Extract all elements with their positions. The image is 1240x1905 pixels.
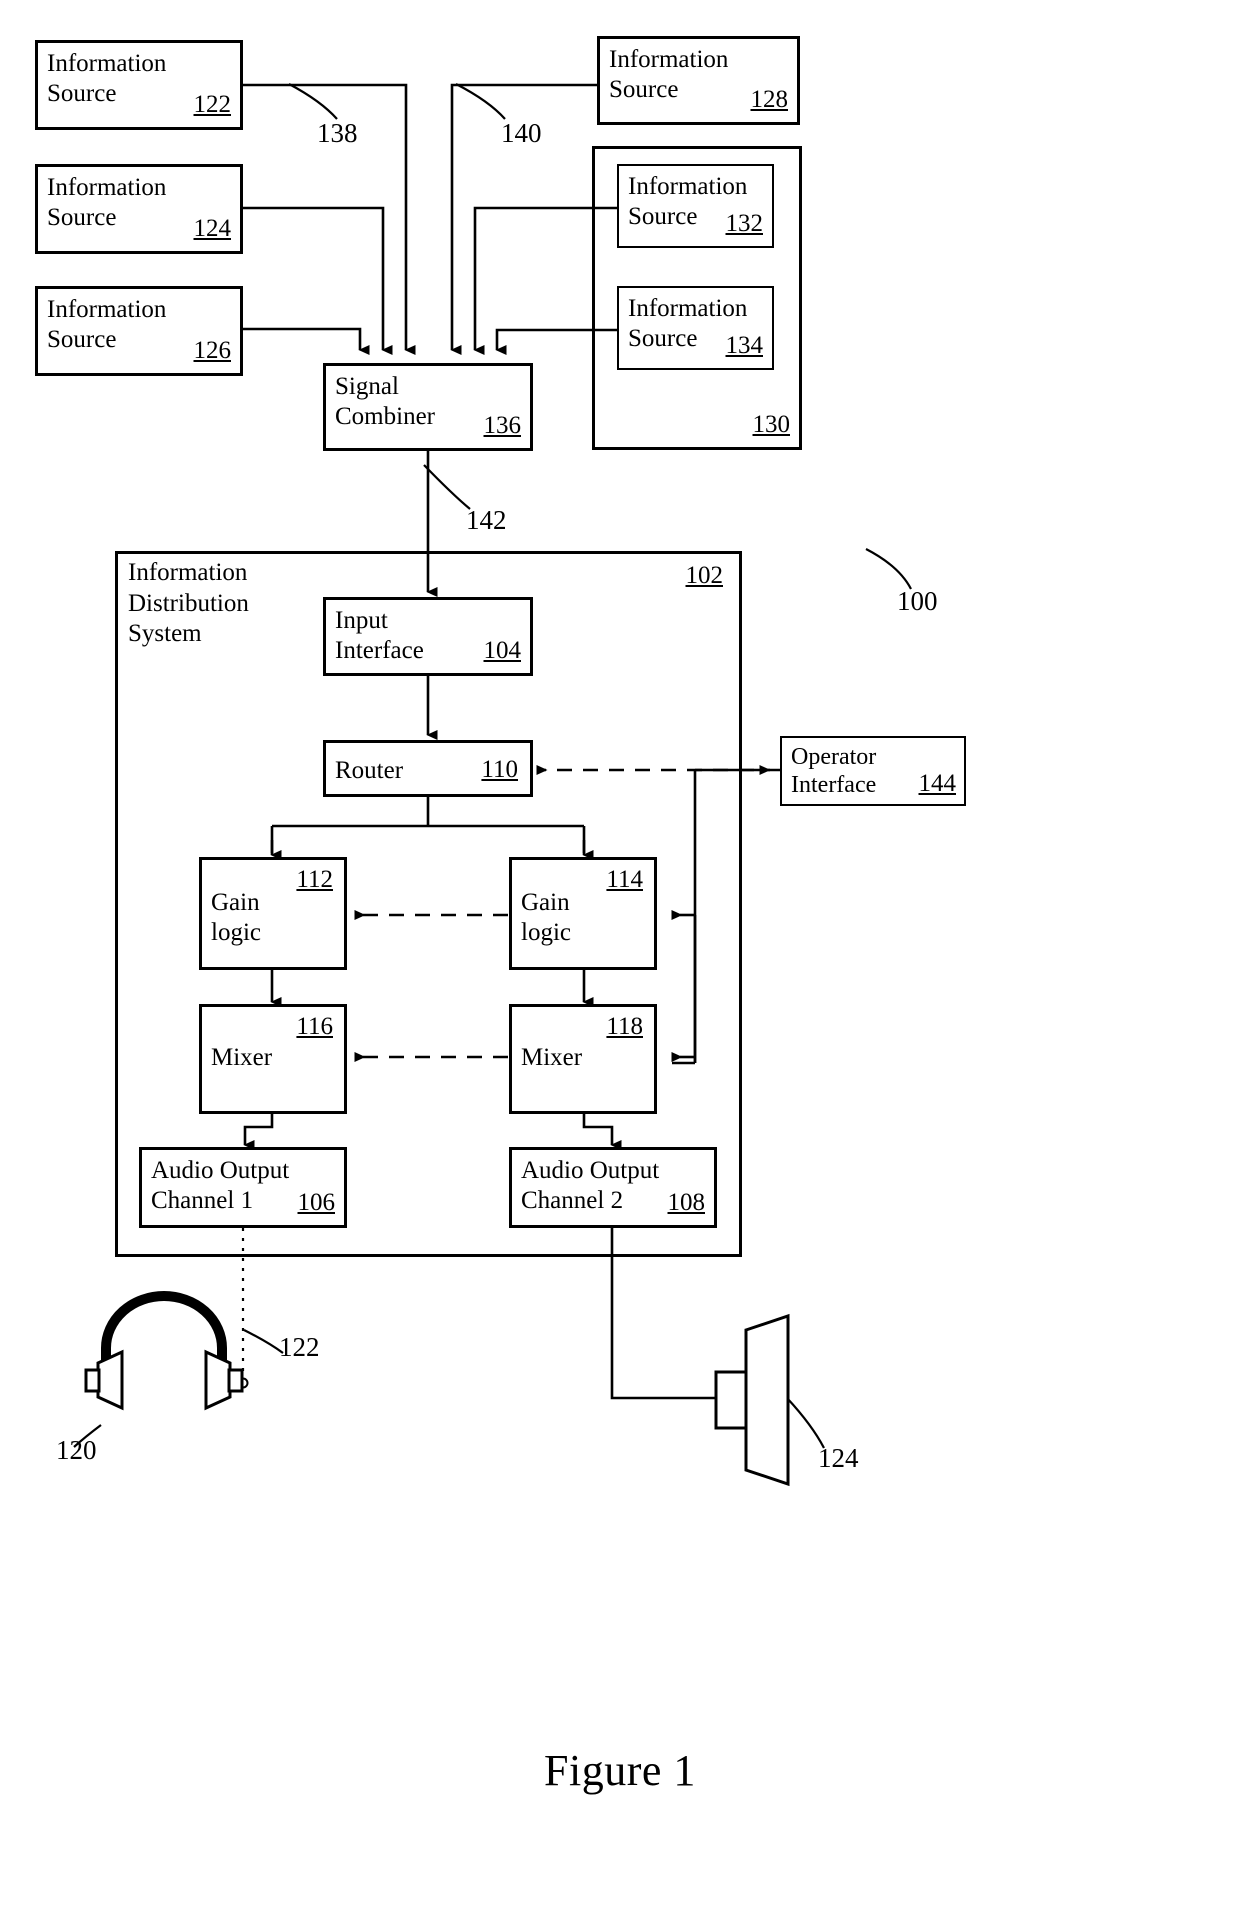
- information-source-134-ref: 134: [725, 332, 764, 359]
- mixer-118-box[interactable]: Mixer 118: [509, 1004, 657, 1114]
- lead-label-142: 142: [466, 505, 507, 535]
- information-source-124-box[interactable]: Information Source 124: [35, 164, 243, 254]
- gain-logic-112-box[interactable]: Gain logic 112: [199, 857, 347, 970]
- lead-arc-124: [786, 1397, 825, 1449]
- lead-label-122-headphone: 122: [279, 1332, 320, 1362]
- information-source-122-box[interactable]: Information Source 122: [35, 40, 243, 130]
- audio-output-channel-2-label: Audio Output Channel 2: [521, 1157, 660, 1214]
- information-source-134-box[interactable]: Information Source 134: [617, 286, 774, 370]
- operator-interface-label: Operator Interface: [791, 744, 877, 799]
- lead-label-124-speaker: 124: [818, 1443, 859, 1473]
- headphones-icon: [84, 1291, 244, 1411]
- audio-output-channel-1-ref: 106: [297, 1189, 336, 1216]
- information-source-132-box[interactable]: Information Source 132: [617, 164, 774, 248]
- information-source-128-label: Information Source: [609, 46, 729, 103]
- signal-combiner-box[interactable]: Signal Combiner 136: [323, 363, 533, 451]
- signal-combiner-ref: 136: [483, 412, 522, 439]
- lead-arc-122b: [243, 1329, 284, 1354]
- gain-logic-112-ref: 112: [296, 866, 333, 893]
- information-distribution-system-title: Information Distribution System: [128, 559, 249, 647]
- information-source-group-130-ref: 130: [752, 411, 791, 438]
- router-label: Router: [335, 757, 404, 784]
- information-source-126-box[interactable]: Information Source 126: [35, 286, 243, 376]
- audio-output-channel-2-box[interactable]: Audio Output Channel 2 108: [509, 1147, 717, 1228]
- gain-logic-112-label: Gain logic: [211, 889, 261, 946]
- information-source-132-ref: 132: [725, 210, 764, 237]
- information-source-122-ref: 122: [193, 91, 232, 118]
- gain-logic-114-ref: 114: [606, 866, 643, 893]
- mixer-118-label: Mixer: [521, 1044, 583, 1071]
- patent-figure-page: Information Source 122 Information Sourc…: [0, 0, 1240, 1905]
- mixer-116-box[interactable]: Mixer 116: [199, 1004, 347, 1114]
- lead-arc-138: [288, 83, 338, 120]
- input-interface-box[interactable]: Input Interface 104: [323, 597, 533, 676]
- lead-label-140: 140: [501, 118, 542, 148]
- information-source-124-ref: 124: [193, 215, 232, 242]
- mixer-116-label: Mixer: [211, 1044, 273, 1071]
- information-source-126-ref: 126: [193, 337, 232, 364]
- audio-output-channel-2-ref: 108: [667, 1189, 706, 1216]
- gain-logic-114-label: Gain logic: [521, 889, 571, 946]
- operator-interface-box[interactable]: Operator Interface 144: [780, 736, 966, 806]
- audio-output-channel-1-box[interactable]: Audio Output Channel 1 106: [139, 1147, 347, 1228]
- lead-label-100: 100: [897, 586, 938, 616]
- figure-caption: Figure 1: [544, 1746, 696, 1795]
- information-source-124-label: Information Source: [47, 174, 167, 231]
- input-interface-ref: 104: [483, 637, 522, 664]
- audio-output-channel-1-label: Audio Output Channel 1: [151, 1157, 290, 1214]
- lead-arc-142: [423, 464, 471, 510]
- information-source-126-label: Information Source: [47, 296, 167, 353]
- lead-arc-140: [455, 83, 506, 120]
- signal-combiner-label: Signal Combiner: [335, 373, 435, 430]
- gain-logic-114-box[interactable]: Gain logic 114: [509, 857, 657, 970]
- input-interface-label: Input Interface: [335, 607, 424, 664]
- operator-interface-ref: 144: [918, 770, 957, 797]
- link-src126-combiner: [243, 327, 370, 355]
- lead-label-138: 138: [317, 118, 358, 148]
- information-source-128-ref: 128: [750, 86, 789, 113]
- loudspeaker-icon: [714, 1313, 790, 1487]
- lead-label-120-headphones: 120: [56, 1435, 97, 1465]
- information-source-122-label: Information Source: [47, 50, 167, 107]
- information-source-128-box[interactable]: Information Source 128: [597, 36, 800, 125]
- router-ref: 110: [481, 756, 518, 783]
- mixer-118-ref: 118: [606, 1013, 643, 1040]
- information-distribution-system-ref: 102: [685, 562, 724, 589]
- mixer-116-ref: 116: [296, 1013, 333, 1040]
- router-box[interactable]: Router 110: [323, 740, 533, 797]
- lead-arc-100: [865, 548, 912, 590]
